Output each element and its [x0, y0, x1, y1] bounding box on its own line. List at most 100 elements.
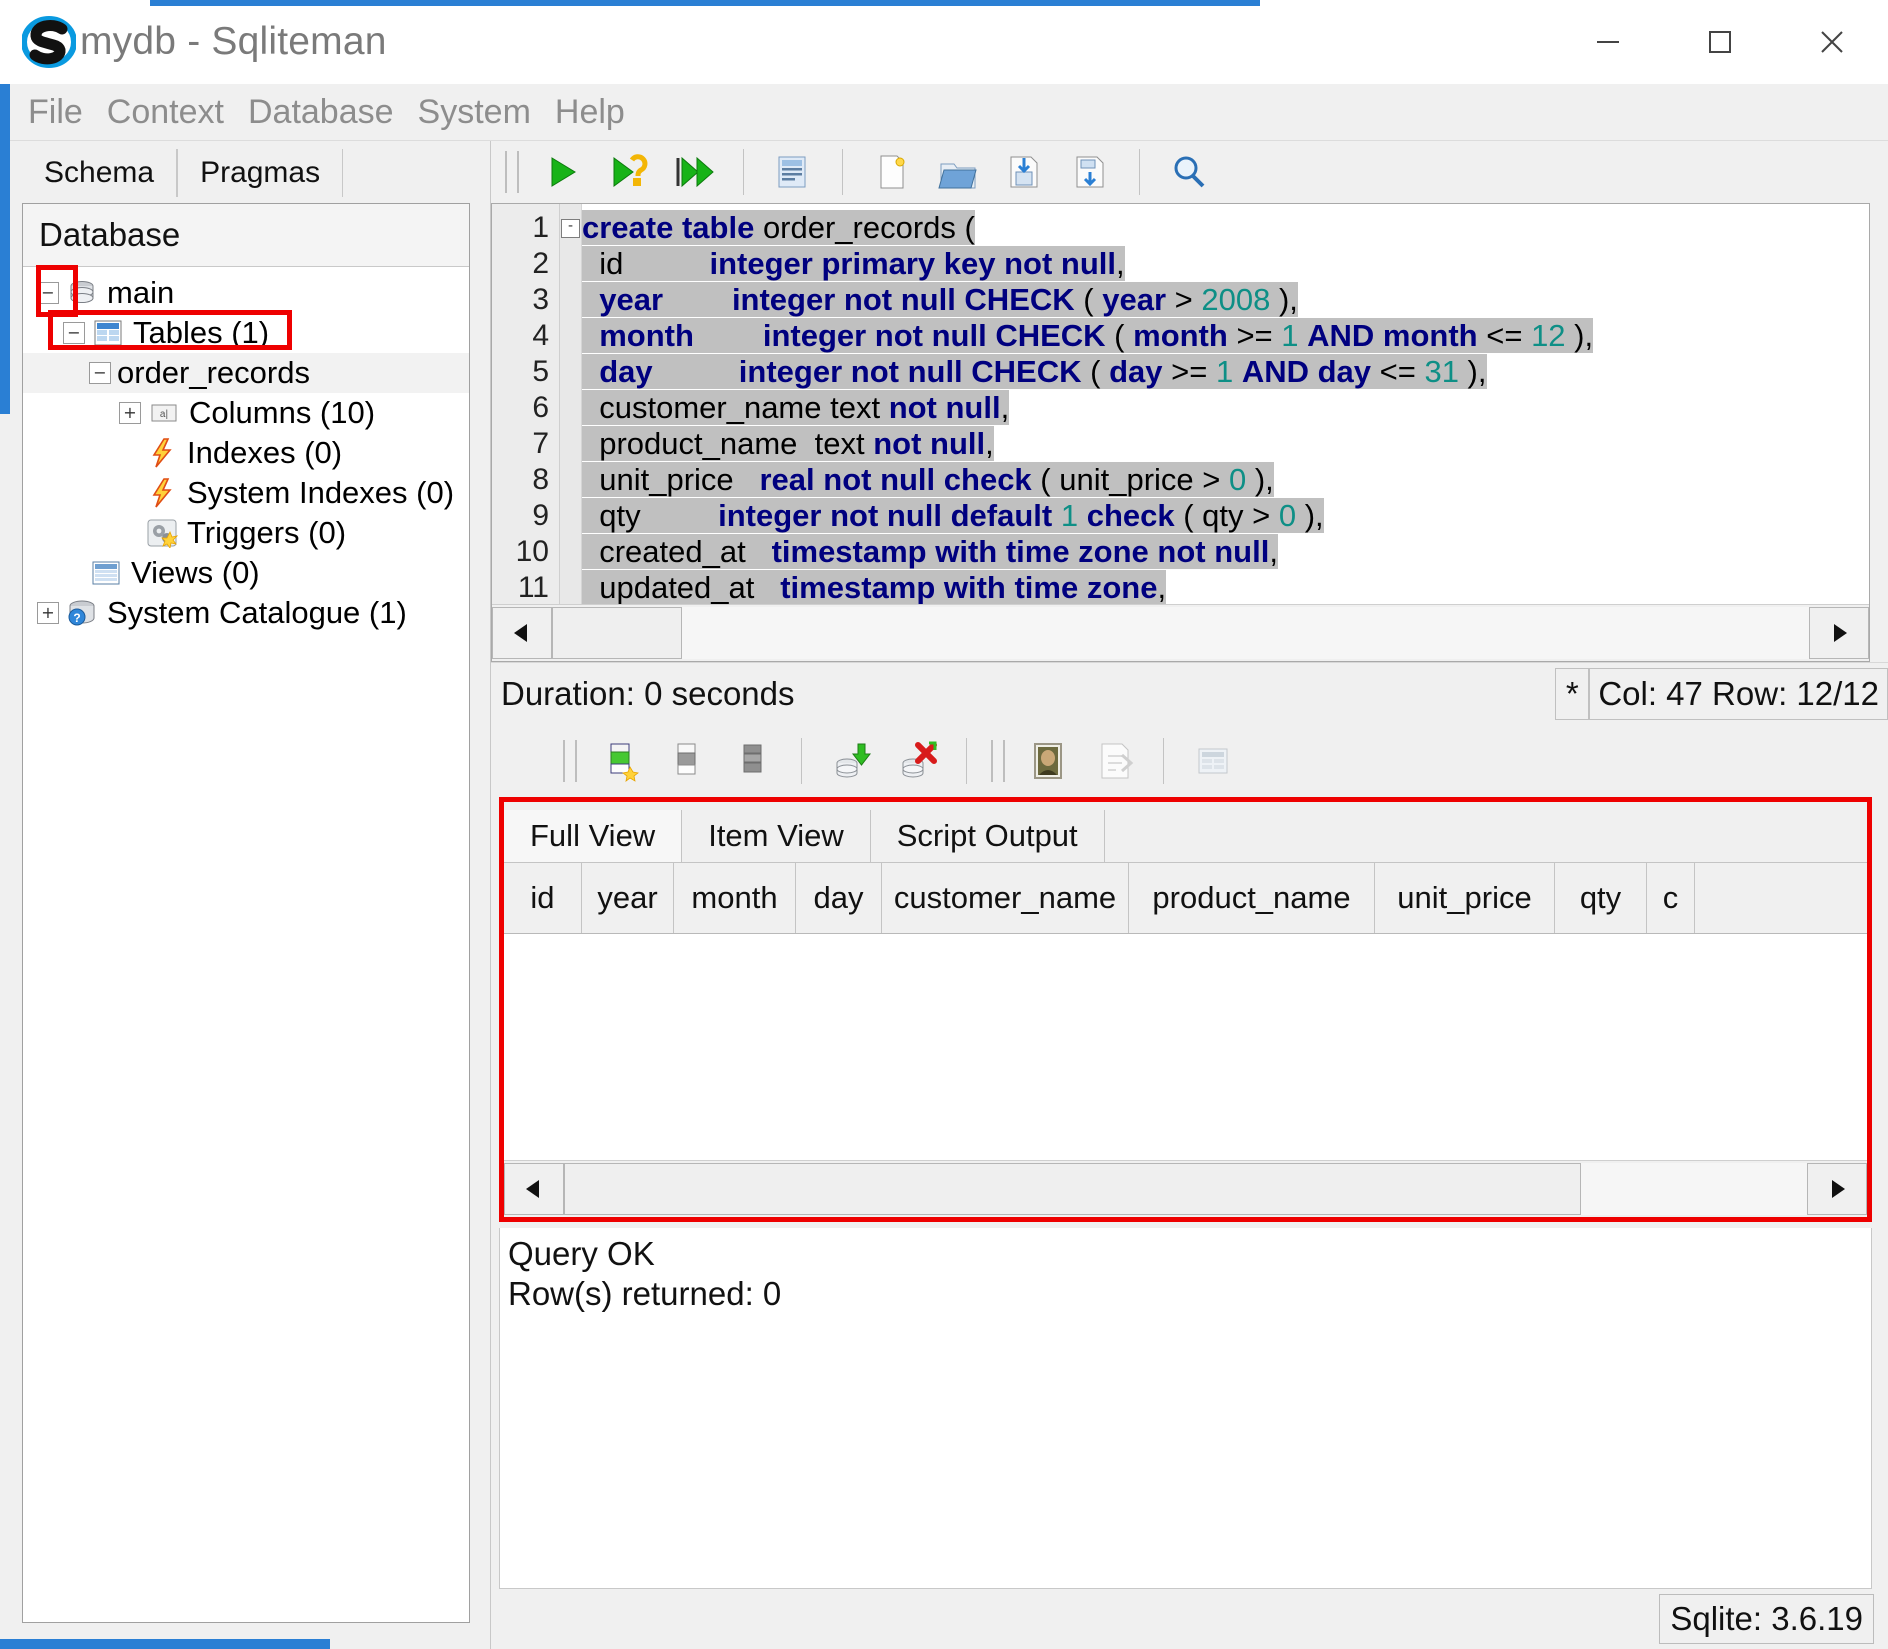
sql-line: qty integer not null default 1 check ( q… — [582, 498, 1869, 534]
line-number: 7 — [492, 426, 559, 462]
toolbar-separator — [743, 149, 744, 195]
scrollbar-track[interactable] — [1581, 1163, 1807, 1215]
line-number: 11 — [492, 570, 559, 604]
sql-editor-panel: 1 2 3 4 5 6 7 8 9 10 11 12 - — [490, 141, 1888, 1649]
tree-spacer — [63, 563, 83, 583]
column-header-created-at[interactable]: c — [1647, 863, 1695, 933]
run-explain-button[interactable] — [595, 144, 661, 200]
message-pane: Query OK Row(s) returned: 0 — [499, 1228, 1872, 1589]
run-sql-button[interactable] — [529, 144, 595, 200]
menu-system[interactable]: System — [406, 93, 543, 132]
sql-line: updated_at timestamp with time zone, — [582, 570, 1869, 604]
toolbar-grip[interactable] — [505, 151, 519, 193]
results-horizontal-scrollbar[interactable] — [504, 1160, 1867, 1217]
menu-file[interactable]: File — [16, 93, 95, 132]
cursor-status: * Col: 47 Row: 12/12 — [1555, 668, 1888, 720]
column-header-unit-price[interactable]: unit_price — [1375, 863, 1555, 933]
desktop-edge-top — [150, 0, 1260, 6]
schema-view-button[interactable] — [760, 144, 826, 200]
toolbar-grip[interactable] — [563, 740, 577, 782]
tree-item-system-catalogue[interactable]: + ? System Catalogue (1) — [23, 593, 469, 633]
menu-help[interactable]: Help — [543, 93, 637, 132]
editor-horizontal-scrollbar[interactable] — [492, 604, 1869, 661]
table-icon — [91, 318, 125, 348]
lightning-icon — [145, 478, 179, 508]
column-header-product-name[interactable]: product_name — [1129, 863, 1375, 933]
modified-indicator: * — [1555, 668, 1589, 720]
tab-pragmas[interactable]: Pragmas — [177, 149, 343, 197]
sql-toolbar — [491, 141, 1888, 203]
menu-database[interactable]: Database — [236, 93, 406, 132]
rollback-button[interactable] — [884, 733, 950, 789]
tree-item-tables[interactable]: − Tables (1) — [23, 313, 469, 353]
sqliteman-logo-icon — [22, 15, 76, 69]
scroll-right-button[interactable] — [1809, 607, 1869, 659]
database-tree-container: Database − main — [22, 203, 470, 1623]
column-header-day[interactable]: day — [796, 863, 882, 933]
view-blob-button[interactable] — [1015, 733, 1081, 789]
title-bar: mydb - Sqliteman — [0, 0, 1888, 84]
sql-line: month integer not null CHECK ( month >= … — [582, 318, 1869, 354]
sql-code[interactable]: create table order_records ( id integer … — [582, 204, 1869, 604]
menu-context[interactable]: Context — [95, 93, 236, 132]
delete-row-button[interactable] — [653, 733, 719, 789]
line-number: 3 — [492, 282, 559, 318]
commit-button[interactable] — [818, 733, 884, 789]
insert-row-button[interactable] — [587, 733, 653, 789]
tree-item-main[interactable]: − main — [23, 273, 469, 313]
scroll-left-button[interactable] — [504, 1163, 564, 1215]
tree-item-columns[interactable]: + a| Columns (10) — [23, 393, 469, 433]
edit-value-button[interactable] — [1081, 733, 1147, 789]
sql-line: created_at timestamp with time zone not … — [582, 534, 1869, 570]
sql-line: customer_name text not null, — [582, 390, 1869, 426]
fold-margin[interactable]: - — [560, 204, 582, 604]
toolbar-separator — [1163, 738, 1164, 784]
database-tree[interactable]: − main − — [23, 267, 469, 1622]
expand-icon[interactable]: + — [37, 602, 59, 624]
message-line: Row(s) returned: 0 — [508, 1274, 1871, 1314]
column-header-qty[interactable]: qty — [1555, 863, 1647, 933]
column-header-year[interactable]: year — [582, 863, 674, 933]
tree-item-triggers[interactable]: Triggers (0) — [23, 513, 469, 553]
column-header-customer-name[interactable]: customer_name — [882, 863, 1129, 933]
find-button[interactable] — [1156, 144, 1222, 200]
tree-column-header: Database — [23, 204, 469, 267]
close-icon[interactable] — [1776, 0, 1888, 84]
expand-icon[interactable]: + — [119, 402, 141, 424]
tab-item-view[interactable]: Item View — [682, 810, 871, 862]
maximize-icon[interactable] — [1664, 0, 1776, 84]
tree-item-order-records[interactable]: − order_records — [23, 353, 469, 393]
results-grid-body[interactable] — [504, 934, 1867, 1160]
save-as-sql-button[interactable] — [1057, 144, 1123, 200]
tab-schema[interactable]: Schema — [22, 149, 177, 197]
toolbar-grip[interactable] — [991, 740, 1005, 782]
scroll-left-button[interactable] — [492, 607, 552, 659]
tree-item-label: System Indexes (0) — [187, 475, 454, 511]
export-grid-button[interactable] — [1180, 733, 1246, 789]
window-controls — [1552, 0, 1888, 84]
minimize-icon[interactable] — [1552, 0, 1664, 84]
expand-collapse-icon[interactable]: − — [63, 322, 85, 344]
open-sql-button[interactable] — [925, 144, 991, 200]
fold-toggle-icon[interactable]: - — [561, 219, 580, 238]
scroll-right-button[interactable] — [1807, 1163, 1867, 1215]
expand-collapse-icon[interactable]: − — [89, 362, 111, 384]
tree-item-system-indexes[interactable]: System Indexes (0) — [23, 473, 469, 513]
menu-bar: File Context Database System Help — [0, 84, 1888, 141]
column-header-month[interactable]: month — [674, 863, 796, 933]
scrollbar-track[interactable] — [682, 607, 1809, 659]
tab-script-output[interactable]: Script Output — [871, 810, 1105, 862]
tree-item-indexes[interactable]: Indexes (0) — [23, 433, 469, 473]
new-sql-button[interactable] — [859, 144, 925, 200]
run-all-button[interactable] — [661, 144, 727, 200]
save-sql-button[interactable] — [991, 144, 1057, 200]
truncate-button[interactable] — [719, 733, 785, 789]
tab-full-view[interactable]: Full View — [504, 810, 682, 862]
scrollbar-thumb[interactable] — [564, 1163, 1581, 1215]
sql-editor[interactable]: 1 2 3 4 5 6 7 8 9 10 11 12 - — [492, 204, 1869, 604]
tree-item-views[interactable]: Views (0) — [23, 553, 469, 593]
scrollbar-thumb[interactable] — [552, 607, 682, 659]
sql-line: year integer not null CHECK ( year > 200… — [582, 282, 1869, 318]
expand-collapse-icon[interactable]: − — [37, 282, 59, 304]
column-header-id[interactable]: id — [504, 863, 582, 933]
